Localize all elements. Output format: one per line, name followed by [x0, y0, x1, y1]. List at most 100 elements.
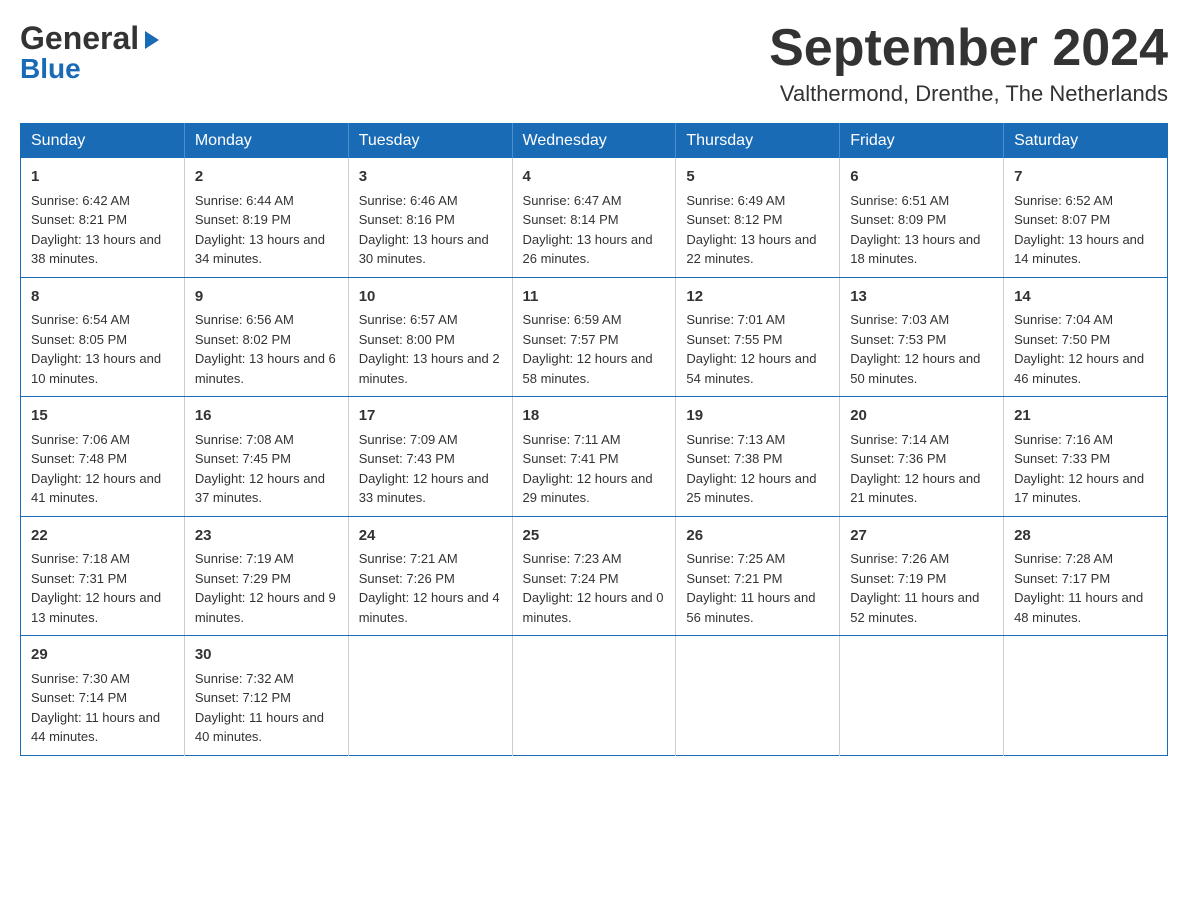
- day-daylight: Daylight: 13 hours and 6 minutes.: [195, 351, 336, 386]
- calendar-day-cell: 21 Sunrise: 7:16 AM Sunset: 7:33 PM Dayligh…: [1004, 397, 1168, 517]
- day-number: 1: [31, 166, 174, 189]
- day-sunrise: Sunrise: 6:44 AM: [195, 193, 294, 208]
- day-sunset: Sunset: 7:41 PM: [523, 451, 619, 466]
- calendar-day-cell: 28Sunrise: 7:28 AMSunset: 7:17 PMDayligh…: [1004, 516, 1168, 636]
- calendar-day-cell: 27Sunrise: 7:26 AMSunset: 7:19 PMDayligh…: [840, 516, 1004, 636]
- day-daylight: Daylight: 12 hours and 9 minutes.: [195, 590, 336, 625]
- day-sunrise: Sunrise: 7:32 AM: [195, 671, 294, 686]
- day-daylight: Daylight: 12 hours and 29 minutes.: [523, 471, 653, 506]
- day-sunset: Sunset: 8:05 PM: [31, 332, 127, 347]
- day-daylight: Daylight: 12 hours and 21 minutes.: [850, 471, 980, 506]
- day-sunrise: Sunrise: 7:09 AM: [359, 432, 458, 447]
- day-daylight: Daylight: 13 hours and 2 minutes.: [359, 351, 500, 386]
- calendar-day-cell: 19Sunrise: 7:13 AMSunset: 7:38 PMDayligh…: [676, 397, 840, 517]
- day-number: 29: [31, 644, 174, 667]
- calendar-day-cell: 16Sunrise: 7:08 AMSunset: 7:45 PMDayligh…: [184, 397, 348, 517]
- calendar-day-cell: [348, 636, 512, 756]
- calendar-day-cell: [676, 636, 840, 756]
- day-number: 9: [195, 286, 338, 309]
- day-number: 22: [31, 525, 174, 548]
- calendar-day-cell: 10Sunrise: 6:57 AMSunset: 8:00 PMDayligh…: [348, 277, 512, 397]
- day-daylight: Daylight: 12 hours and 13 minutes.: [31, 590, 161, 625]
- calendar-day-cell: [840, 636, 1004, 756]
- title-area: September 2024 Valthermond, Drenthe, The…: [769, 20, 1168, 107]
- day-daylight: Daylight: 12 hours and 4 minutes.: [359, 590, 500, 625]
- day-sunrise: Sunrise: 6:56 AM: [195, 312, 294, 327]
- day-sunset: Sunset: 7:19 PM: [850, 571, 946, 586]
- day-sunset: Sunset: 7:21 PM: [686, 571, 782, 586]
- month-year-title: September 2024: [769, 20, 1168, 77]
- calendar-day-cell: 23Sunrise: 7:19 AMSunset: 7:29 PMDayligh…: [184, 516, 348, 636]
- day-sunset: Sunset: 7:36 PM: [850, 451, 946, 466]
- day-daylight: Daylight: 11 hours and 52 minutes.: [850, 590, 979, 625]
- day-of-week-header: Thursday: [676, 124, 840, 159]
- day-daylight: Daylight: 12 hours and 0 minutes.: [523, 590, 664, 625]
- day-of-week-header: Sunday: [21, 124, 185, 159]
- day-number: 7: [1014, 166, 1157, 189]
- day-daylight: Daylight: 12 hours and 33 minutes.: [359, 471, 489, 506]
- day-number: 18: [523, 405, 666, 428]
- day-daylight: Daylight: 13 hours and 22 minutes.: [686, 232, 816, 267]
- day-sunset: Sunset: 8:09 PM: [850, 212, 946, 227]
- day-sunset: Sunset: 8:12 PM: [686, 212, 782, 227]
- day-sunset: Sunset: 7:29 PM: [195, 571, 291, 586]
- calendar-day-cell: 2Sunrise: 6:44 AMSunset: 8:19 PMDaylight…: [184, 158, 348, 277]
- day-sunrise: Sunrise: 7:19 AM: [195, 551, 294, 566]
- calendar-header-row: SundayMondayTuesdayWednesdayThursdayFrid…: [21, 124, 1168, 159]
- day-sunset: Sunset: 8:19 PM: [195, 212, 291, 227]
- logo-blue-text: Blue: [20, 53, 81, 85]
- calendar-day-cell: [1004, 636, 1168, 756]
- location-subtitle: Valthermond, Drenthe, The Netherlands: [769, 81, 1168, 107]
- calendar-day-cell: 26Sunrise: 7:25 AMSunset: 7:21 PMDayligh…: [676, 516, 840, 636]
- calendar-day-cell: 24Sunrise: 7:21 AMSunset: 7:26 PMDayligh…: [348, 516, 512, 636]
- day-number: 24: [359, 525, 502, 548]
- day-sunset: Sunset: 7:33 PM: [1014, 451, 1110, 466]
- day-daylight: Daylight: 11 hours and 44 minutes.: [31, 710, 160, 745]
- calendar-day-cell: 15Sunrise: 7:06 AMSunset: 7:48 PMDayligh…: [21, 397, 185, 517]
- day-sunset: Sunset: 7:53 PM: [850, 332, 946, 347]
- day-sunset: Sunset: 8:16 PM: [359, 212, 455, 227]
- page-header: General Blue September 2024 Valthermond,…: [20, 20, 1168, 107]
- day-daylight: Daylight: 12 hours and 17 minutes.: [1014, 471, 1144, 506]
- calendar-table: SundayMondayTuesdayWednesdayThursdayFrid…: [20, 123, 1168, 756]
- calendar-day-cell: 25Sunrise: 7:23 AMSunset: 7:24 PMDayligh…: [512, 516, 676, 636]
- day-daylight: Daylight: 13 hours and 30 minutes.: [359, 232, 489, 267]
- day-sunrise: Sunrise: 7:13 AM: [686, 432, 785, 447]
- day-number: 12: [686, 286, 829, 309]
- day-number: 5: [686, 166, 829, 189]
- day-of-week-header: Friday: [840, 124, 1004, 159]
- day-daylight: Daylight: 12 hours and 50 minutes.: [850, 351, 980, 386]
- calendar-day-cell: 11Sunrise: 6:59 AMSunset: 7:57 PMDayligh…: [512, 277, 676, 397]
- logo-general-text: General: [20, 20, 139, 57]
- calendar-day-cell: 1Sunrise: 6:42 AMSunset: 8:21 PMDaylight…: [21, 158, 185, 277]
- day-sunrise: Sunrise: 6:59 AM: [523, 312, 622, 327]
- day-sunrise: Sunrise: 7:30 AM: [31, 671, 130, 686]
- day-sunset: Sunset: 7:48 PM: [31, 451, 127, 466]
- calendar-week-row: 15Sunrise: 7:06 AMSunset: 7:48 PMDayligh…: [21, 397, 1168, 517]
- calendar-day-cell: 6Sunrise: 6:51 AMSunset: 8:09 PMDaylight…: [840, 158, 1004, 277]
- day-daylight: Daylight: 12 hours and 54 minutes.: [686, 351, 816, 386]
- day-number: 30: [195, 644, 338, 667]
- day-daylight: Daylight: 12 hours and 46 minutes.: [1014, 351, 1144, 386]
- day-daylight: Daylight: 13 hours and 26 minutes.: [523, 232, 653, 267]
- day-sunrise: Sunrise: 6:46 AM: [359, 193, 458, 208]
- day-number: 25: [523, 525, 666, 548]
- day-sunrise: Sunrise: 7:18 AM: [31, 551, 130, 566]
- day-sunset: Sunset: 8:14 PM: [523, 212, 619, 227]
- calendar-day-cell: 9Sunrise: 6:56 AMSunset: 8:02 PMDaylight…: [184, 277, 348, 397]
- calendar-day-cell: 8Sunrise: 6:54 AMSunset: 8:05 PMDaylight…: [21, 277, 185, 397]
- day-sunrise: Sunrise: 7:25 AM: [686, 551, 785, 566]
- day-sunrise: Sunrise: 7:04 AM: [1014, 312, 1113, 327]
- day-sunrise: Sunrise: 7:16 AM: [1014, 432, 1113, 447]
- calendar-day-cell: 4Sunrise: 6:47 AMSunset: 8:14 PMDaylight…: [512, 158, 676, 277]
- day-number: 13: [850, 286, 993, 309]
- day-daylight: Daylight: 13 hours and 18 minutes.: [850, 232, 980, 267]
- day-number: 21: [1014, 405, 1157, 428]
- day-sunset: Sunset: 7:57 PM: [523, 332, 619, 347]
- day-number: 4: [523, 166, 666, 189]
- day-sunset: Sunset: 7:31 PM: [31, 571, 127, 586]
- day-sunrise: Sunrise: 7:01 AM: [686, 312, 785, 327]
- calendar-week-row: 1Sunrise: 6:42 AMSunset: 8:21 PMDaylight…: [21, 158, 1168, 277]
- day-sunset: Sunset: 7:26 PM: [359, 571, 455, 586]
- day-daylight: Daylight: 12 hours and 25 minutes.: [686, 471, 816, 506]
